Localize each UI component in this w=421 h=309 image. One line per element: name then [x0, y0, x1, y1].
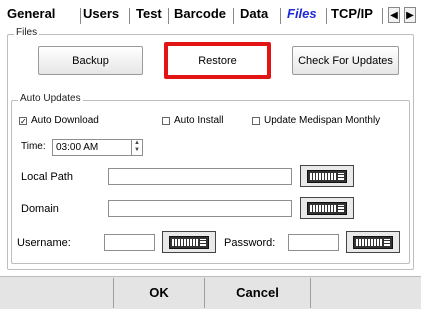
tab-data[interactable]: Data [240, 6, 268, 26]
tab-tcpip[interactable]: TCP/IP [331, 6, 373, 26]
keyboard-icon [307, 169, 347, 183]
domain-field[interactable] [108, 200, 292, 217]
password-field[interactable] [288, 234, 339, 251]
cancel-button[interactable]: Cancel [205, 276, 310, 309]
tab-divider [280, 8, 281, 24]
ok-button[interactable]: OK [114, 276, 204, 309]
tab-users[interactable]: Users [83, 6, 119, 26]
password-keyboard-button[interactable] [346, 231, 400, 253]
keyboard-icon [169, 235, 209, 249]
time-label: Time: [21, 141, 46, 152]
local-path-keyboard-button[interactable] [300, 165, 354, 187]
tab-scroll-left-icon[interactable]: ◀ [388, 7, 400, 23]
auto-install-checkbox[interactable] [162, 117, 170, 125]
keyboard-icon [353, 235, 393, 249]
files-group-title: Files [14, 27, 40, 38]
local-path-label: Local Path [21, 171, 73, 183]
username-label: Username: [17, 237, 71, 249]
backup-button[interactable]: Backup [38, 46, 143, 75]
domain-label: Domain [21, 203, 59, 215]
tab-barcode[interactable]: Barcode [174, 6, 226, 26]
auto-download-label: Auto Download [31, 115, 99, 126]
auto-install-label: Auto Install [174, 115, 224, 126]
auto-updates-title: Auto Updates [18, 93, 83, 104]
tab-test[interactable]: Test [136, 6, 162, 26]
password-label: Password: [224, 237, 276, 249]
username-keyboard-button[interactable] [162, 231, 216, 253]
domain-keyboard-button[interactable] [300, 197, 354, 219]
tab-divider [326, 8, 327, 24]
restore-button[interactable]: Restore [164, 42, 271, 79]
keyboard-icon [307, 201, 347, 215]
auto-download-checkbox[interactable]: ✓ [19, 117, 27, 126]
time-stepper[interactable]: 03:00 AM ▲ ▼ [52, 139, 143, 156]
tab-divider [129, 8, 130, 24]
tab-divider [168, 8, 169, 24]
tab-divider [233, 8, 234, 24]
check-for-updates-button[interactable]: Check For Updates [292, 46, 399, 75]
tab-divider [80, 8, 81, 24]
update-medispan-checkbox[interactable] [252, 117, 260, 125]
time-spinner[interactable]: ▲ ▼ [131, 140, 142, 155]
spin-down-icon[interactable]: ▼ [132, 147, 142, 154]
tab-divider [382, 8, 383, 24]
bottom-divider [310, 278, 311, 308]
tab-files[interactable]: Files [287, 6, 317, 26]
spin-up-icon[interactable]: ▲ [132, 140, 142, 147]
local-path-field[interactable] [108, 168, 292, 185]
tab-general[interactable]: General [7, 6, 55, 26]
update-medispan-label: Update Medispan Monthly [264, 115, 381, 126]
time-value: 03:00 AM [56, 142, 99, 153]
tab-scroll-right-icon[interactable]: ▶ [404, 7, 416, 23]
username-field[interactable] [104, 234, 155, 251]
